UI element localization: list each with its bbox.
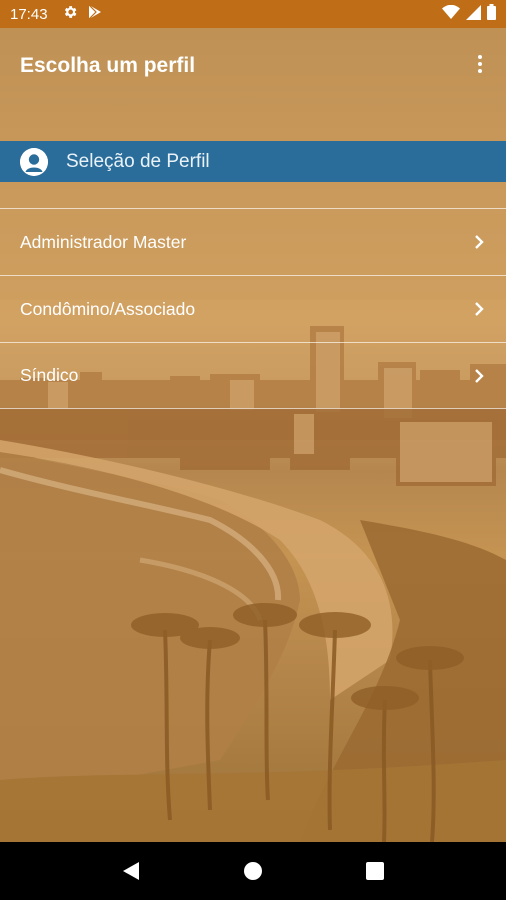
screen: 17:43 Escolha um perfil Seleção de Perfi… [0, 0, 506, 842]
home-icon [244, 862, 262, 880]
profile-label: Síndico [20, 365, 79, 385]
wifi-icon [442, 4, 460, 24]
profile-label: Condômino/Associado [20, 298, 196, 319]
play-store-icon [88, 4, 102, 24]
status-bar: 17:43 [0, 0, 506, 28]
gear-icon [62, 4, 78, 24]
profile-section-header: Seleção de Perfil [0, 141, 506, 182]
recents-icon [366, 862, 384, 880]
more-vert-icon-dot [478, 69, 482, 73]
background-photo [0, 0, 506, 842]
back-button[interactable] [116, 856, 146, 886]
profile-list: Administrador Master Condômino/Associado… [0, 208, 506, 409]
app-bar: Escolha um perfil [0, 28, 506, 108]
more-options-button[interactable] [468, 50, 492, 78]
chevron-right-icon [475, 368, 484, 383]
recents-button[interactable] [360, 856, 390, 886]
battery-icon [487, 4, 496, 24]
person-icon [20, 147, 48, 176]
chevron-right-icon [475, 302, 484, 316]
profile-label: Administrador Master [20, 231, 187, 252]
page-title: Escolha um perfil [20, 54, 196, 77]
more-vert-icon [478, 55, 482, 59]
home-button[interactable] [238, 856, 268, 886]
more-vert-icon-dot [478, 62, 482, 66]
back-icon [123, 862, 139, 880]
profile-item-condomino-associado[interactable]: Condômino/Associado [0, 275, 506, 342]
profile-item-sindico[interactable]: Síndico [0, 342, 506, 409]
status-time: 17:43 [10, 5, 48, 23]
profile-item-administrador-master[interactable]: Administrador Master [0, 208, 506, 275]
chevron-right-icon [475, 235, 484, 249]
signal-icon [466, 4, 481, 24]
section-title: Seleção de Perfil [66, 150, 210, 172]
navigation-bar [0, 842, 506, 900]
